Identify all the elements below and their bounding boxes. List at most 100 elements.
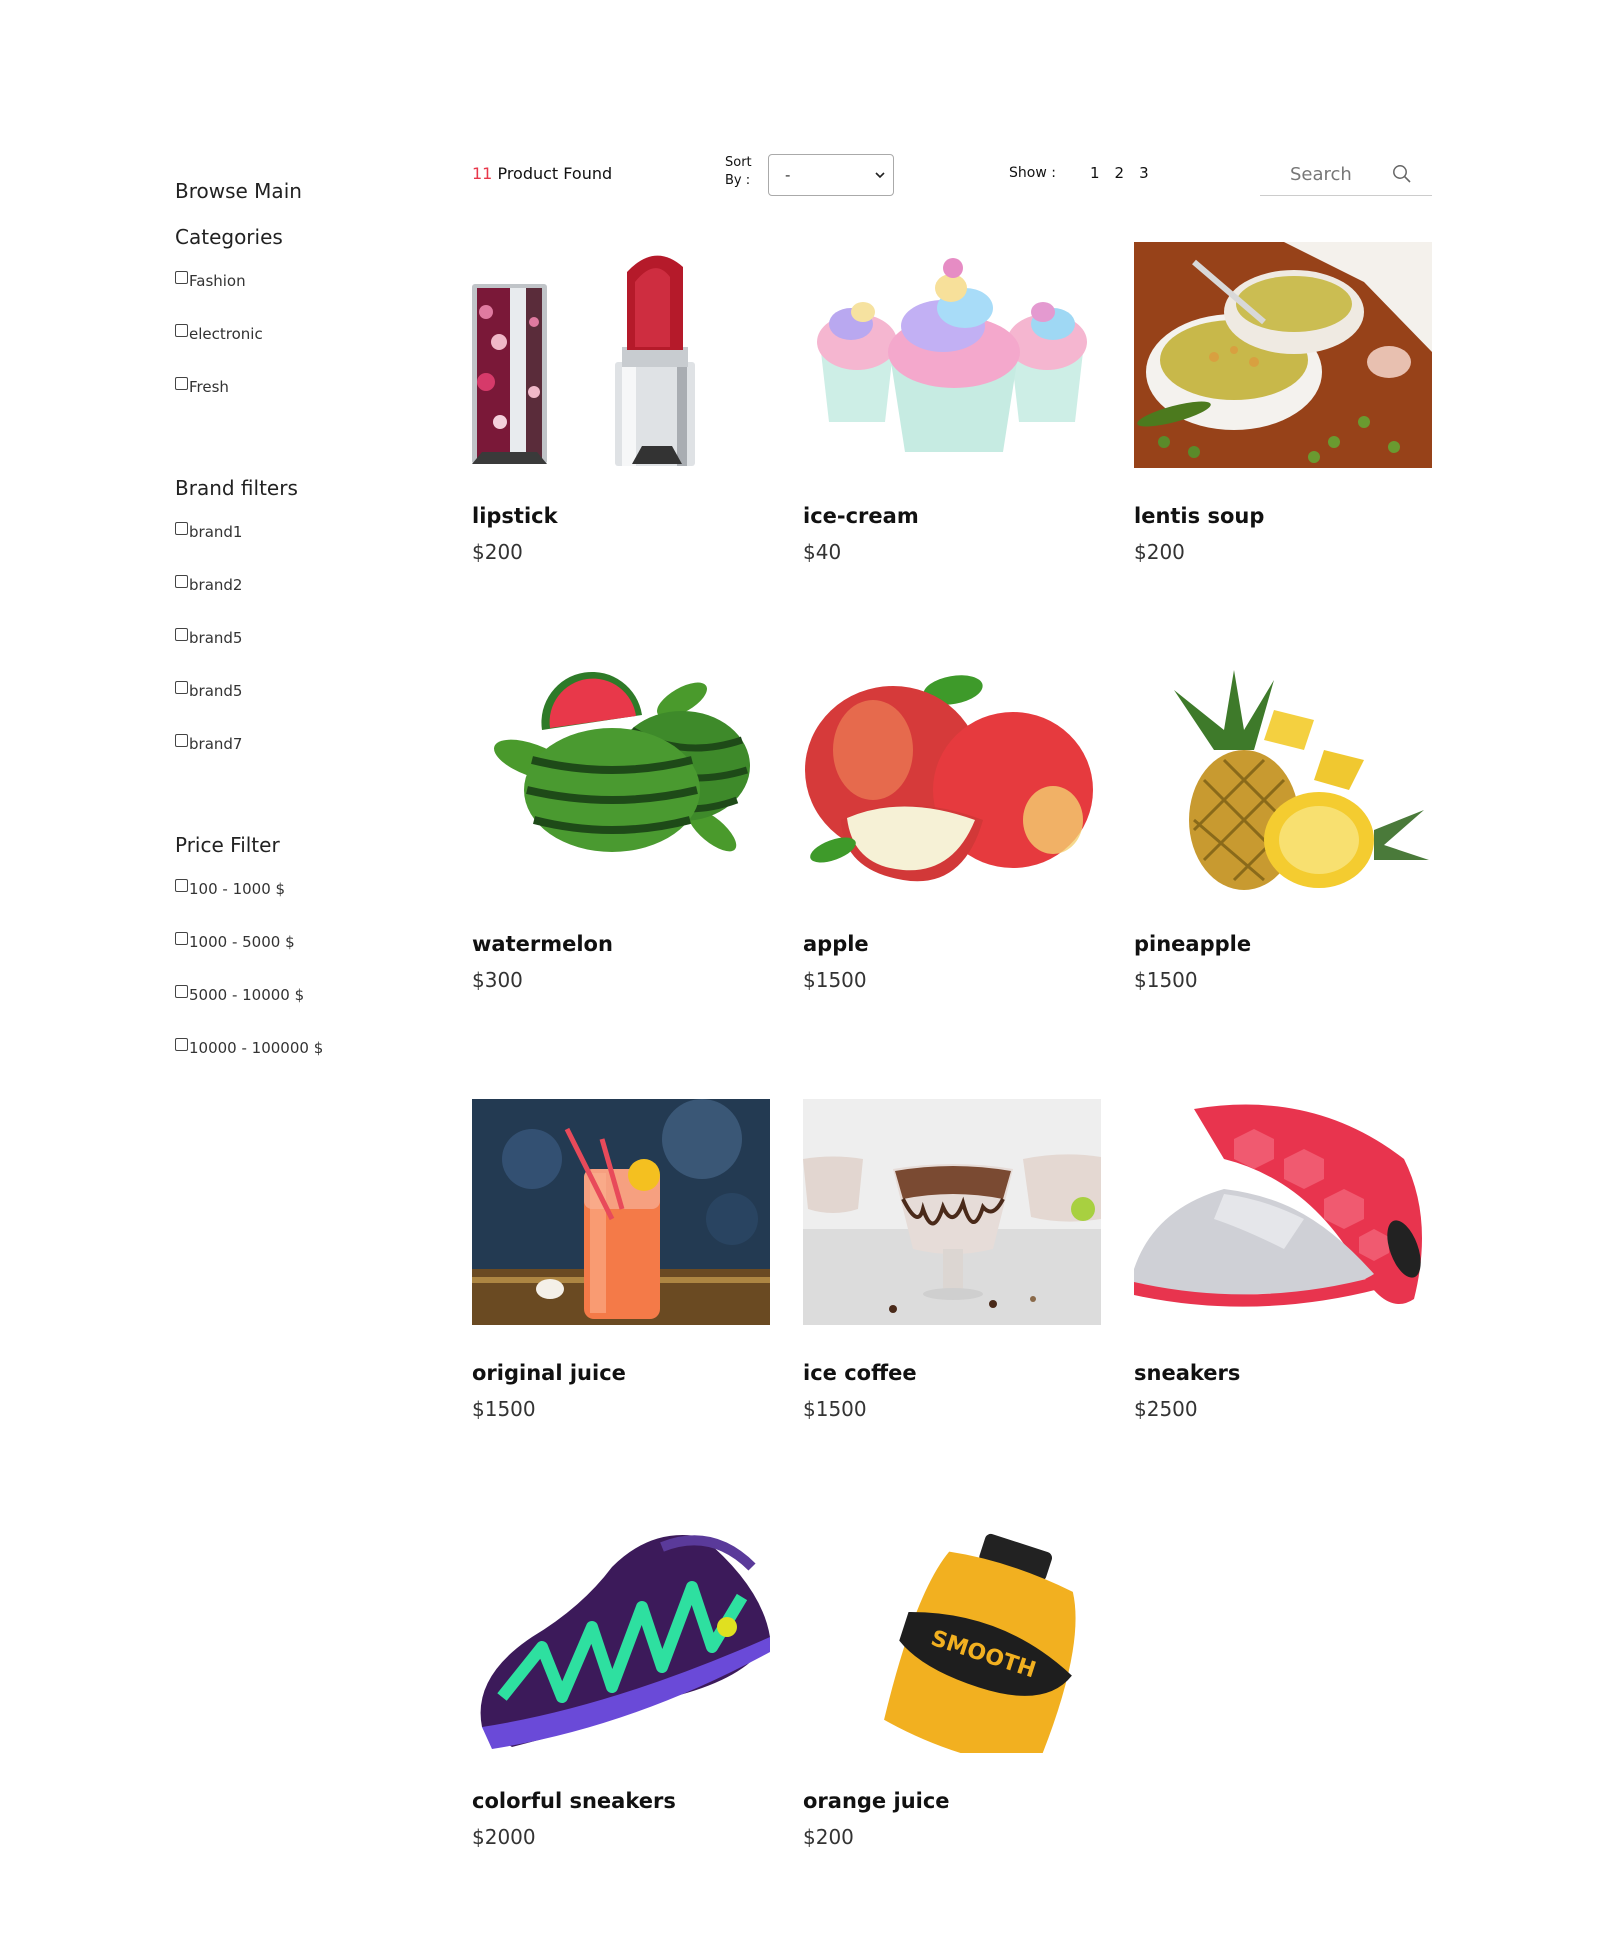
- product-name[interactable]: ice coffee: [803, 1361, 1101, 1385]
- checkbox[interactable]: [175, 879, 188, 892]
- sort-select[interactable]: -: [768, 154, 894, 196]
- sort-label-line1: Sort: [725, 155, 752, 170]
- product-name[interactable]: pineapple: [1134, 932, 1432, 956]
- brand-label: brand7: [189, 735, 243, 753]
- product-card[interactable]: colorful sneakers $2000: [472, 1527, 770, 1849]
- category-label: Fashion: [189, 272, 246, 290]
- chevron-down-icon: [875, 172, 885, 179]
- product-card[interactable]: ice-cream $40: [803, 242, 1101, 564]
- brand-filter-item[interactable]: brand2: [175, 572, 435, 625]
- category-filter-fresh[interactable]: Fresh: [175, 374, 435, 427]
- categories-title-line1: Browse Main: [175, 179, 302, 203]
- category-filter-electronic[interactable]: electronic: [175, 321, 435, 374]
- page-link-2[interactable]: 2: [1115, 164, 1125, 182]
- pineapple-image[interactable]: [1134, 670, 1432, 896]
- brand-filter-item[interactable]: brand1: [175, 519, 435, 572]
- checkbox[interactable]: [175, 575, 188, 588]
- product-name[interactable]: colorful sneakers: [472, 1789, 770, 1813]
- orange-juice-bottle-image[interactable]: SMOOTH: [803, 1527, 1101, 1753]
- price-filter-title: Price Filter: [175, 833, 280, 857]
- checkbox[interactable]: [175, 734, 188, 747]
- checkbox[interactable]: [175, 1038, 188, 1051]
- price-filter-item[interactable]: 1000 - 5000 $: [175, 929, 435, 982]
- checkbox[interactable]: [175, 985, 188, 998]
- product-name[interactable]: sneakers: [1134, 1361, 1432, 1385]
- ice-coffee-image[interactable]: [803, 1099, 1101, 1325]
- colorful-sneaker-image[interactable]: [472, 1527, 770, 1753]
- brand-label: brand2: [189, 576, 243, 594]
- search-icon[interactable]: [1392, 164, 1412, 184]
- checkbox[interactable]: [175, 522, 188, 535]
- categories-title-line2: Categories: [175, 225, 283, 249]
- product-found-label: Product Found: [492, 164, 613, 183]
- checkbox[interactable]: [175, 271, 188, 284]
- product-price: $1500: [472, 1397, 536, 1421]
- product-card[interactable]: lipstick $200: [472, 242, 770, 564]
- product-name[interactable]: watermelon: [472, 932, 770, 956]
- categories-title: Browse Main Categories: [175, 168, 435, 260]
- product-name[interactable]: orange juice: [803, 1789, 1101, 1813]
- category-filter-list: Fashion electronic Fresh: [175, 268, 435, 427]
- price-label: 1000 - 5000 $: [189, 933, 295, 951]
- results-toolbar: 11 Product Found Sort By : - Show : 1 2 …: [472, 150, 1432, 198]
- product-card[interactable]: ice coffee $1500: [803, 1099, 1101, 1421]
- product-name[interactable]: lipstick: [472, 504, 770, 528]
- page-link-1[interactable]: 1: [1090, 164, 1100, 182]
- search-input[interactable]: Search: [1260, 150, 1432, 196]
- brand-filter-item[interactable]: brand5: [175, 625, 435, 678]
- product-price: $1500: [803, 1397, 867, 1421]
- product-card[interactable]: original juice $1500: [472, 1099, 770, 1421]
- checkbox[interactable]: [175, 324, 188, 337]
- lipstick-image[interactable]: [472, 242, 770, 468]
- sort-label-line2: By :: [725, 173, 751, 188]
- product-card[interactable]: apple $1500: [803, 670, 1101, 992]
- checkbox[interactable]: [175, 377, 188, 390]
- brand-filter-list: brand1 brand2 brand5 brand5 brand7: [175, 519, 435, 784]
- cupcakes-image[interactable]: [803, 242, 1101, 468]
- price-label: 5000 - 10000 $: [189, 986, 305, 1004]
- sneaker-image[interactable]: [1134, 1099, 1432, 1325]
- product-name[interactable]: original juice: [472, 1361, 770, 1385]
- checkbox[interactable]: [175, 681, 188, 694]
- product-count: 11: [472, 164, 493, 183]
- checkbox[interactable]: [175, 932, 188, 945]
- show-label: Show :: [1009, 165, 1056, 181]
- product-price: $200: [472, 540, 523, 564]
- product-card[interactable]: watermelon $300: [472, 670, 770, 992]
- sort-selected-value: -: [785, 166, 791, 184]
- brand-filter-item[interactable]: brand7: [175, 731, 435, 784]
- brand-label: brand5: [189, 682, 243, 700]
- product-price: $200: [1134, 540, 1185, 564]
- product-card[interactable]: lentis soup $200: [1134, 242, 1432, 564]
- category-filter-fashion[interactable]: Fashion: [175, 268, 435, 321]
- product-price: $40: [803, 540, 842, 564]
- price-label: 100 - 1000 $: [189, 880, 286, 898]
- product-found-text: 11 Product Found: [472, 164, 612, 183]
- brand-filters-title: Brand filters: [175, 476, 298, 500]
- brand-label: brand5: [189, 629, 243, 647]
- product-name[interactable]: lentis soup: [1134, 504, 1432, 528]
- sidebar: Browse Main Categories Fashion electroni…: [175, 168, 435, 1088]
- checkbox[interactable]: [175, 628, 188, 641]
- product-card[interactable]: SMOOTH orange juice $200: [803, 1527, 1101, 1849]
- brand-filter-item[interactable]: brand5: [175, 678, 435, 731]
- category-label: electronic: [189, 325, 263, 343]
- product-price: $200: [803, 1825, 854, 1849]
- price-label: 10000 - 100000 $: [189, 1039, 324, 1057]
- product-card[interactable]: sneakers $2500: [1134, 1099, 1432, 1421]
- page-link-3[interactable]: 3: [1139, 164, 1149, 182]
- juice-jar-image[interactable]: [472, 1099, 770, 1325]
- price-filter-list: 100 - 1000 $ 1000 - 5000 $ 5000 - 10000 …: [175, 876, 435, 1088]
- category-label: Fresh: [189, 378, 229, 396]
- price-filter-item[interactable]: 5000 - 10000 $: [175, 982, 435, 1035]
- search-placeholder: Search: [1290, 164, 1352, 185]
- apple-image[interactable]: [803, 670, 1101, 896]
- price-filter-item[interactable]: 100 - 1000 $: [175, 876, 435, 929]
- product-card[interactable]: pineapple $1500: [1134, 670, 1432, 992]
- soup-image[interactable]: [1134, 242, 1432, 468]
- product-price: $300: [472, 968, 523, 992]
- product-name[interactable]: apple: [803, 932, 1101, 956]
- product-name[interactable]: ice-cream: [803, 504, 1101, 528]
- price-filter-item[interactable]: 10000 - 100000 $: [175, 1035, 435, 1088]
- watermelon-image[interactable]: [472, 670, 770, 896]
